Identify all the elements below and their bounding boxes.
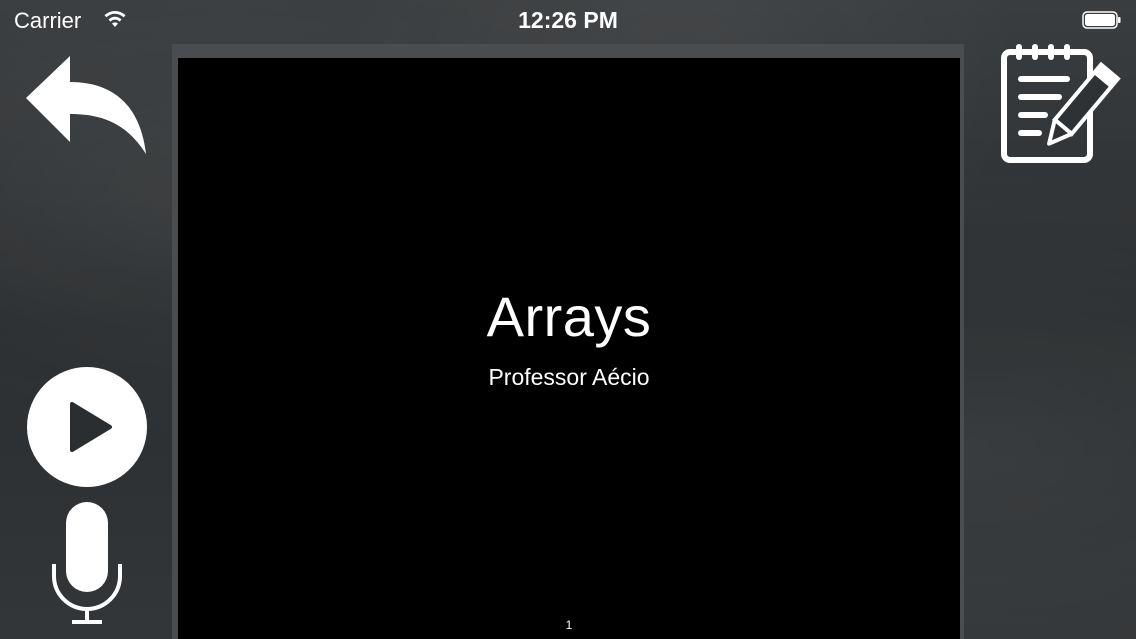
- slide-subtitle: Professor Aécio: [488, 364, 650, 390]
- microphone-icon: [52, 502, 122, 624]
- battery-icon: [1082, 11, 1122, 29]
- microphone-button[interactable]: [50, 500, 124, 630]
- play-icon: [27, 367, 147, 487]
- carrier-label: Carrier: [14, 8, 82, 33]
- back-arrow-icon: [26, 56, 146, 154]
- slide-page-number: 1: [565, 618, 573, 632]
- play-button[interactable]: [26, 366, 148, 488]
- notepad-pencil-icon: [1001, 44, 1121, 163]
- status-bar: Carrier 12:26 PM: [0, 0, 1136, 40]
- slide-title: Arrays: [486, 285, 652, 348]
- wifi-icon: [102, 9, 128, 29]
- notes-button[interactable]: [998, 42, 1122, 166]
- clock-time: 12:26 PM: [518, 7, 618, 33]
- back-button[interactable]: [24, 52, 150, 156]
- slide-canvas[interactable]: Arrays Professor Aécio 1: [178, 58, 960, 639]
